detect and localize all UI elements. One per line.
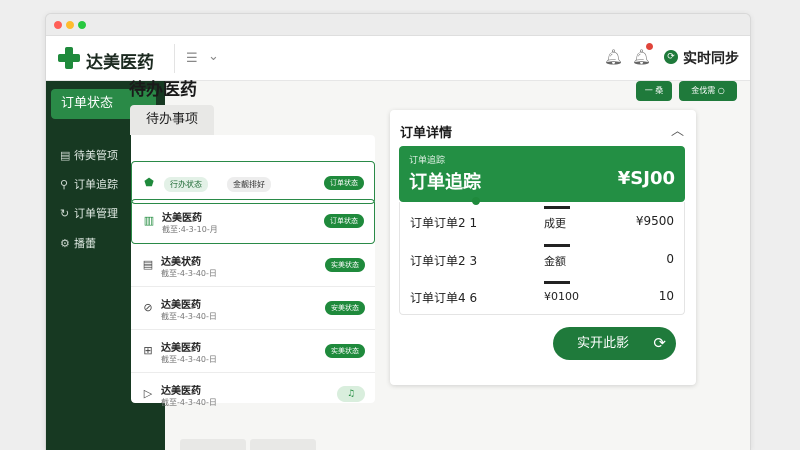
sync-label[interactable]: 实时同步 <box>683 48 739 68</box>
status-badge[interactable]: 安美状态 <box>325 301 365 315</box>
row-value: 0 <box>666 252 674 266</box>
row-title: 达美状药 <box>161 257 201 268</box>
row-order: 订单订单4 6 <box>410 291 478 305</box>
row-subtitle: 截至-4-3-40-日 <box>161 312 217 321</box>
refresh-icon: ↻ <box>60 207 70 220</box>
summary-title: 订单追踪 <box>409 172 481 193</box>
row-field: ¥0100 <box>544 290 579 303</box>
gear-icon: ⚙ <box>60 237 70 250</box>
table-row[interactable]: 订单订单4 6 ¥0100 10 <box>400 277 684 314</box>
order-detail-panel: 订单详情 ︿ 订单追踪 订单追踪 ¥SJ00 订单订单2 1 成更 ¥9500 … <box>390 110 696 385</box>
sidebar-item-label: 订单追踪 <box>74 178 118 191</box>
sidebar-item-management[interactable]: ↻ 订单管理 <box>60 205 118 221</box>
amount-chip[interactable]: 金靓排好 <box>227 177 271 192</box>
maximize-window-button[interactable] <box>78 21 86 29</box>
sidebar-item-label: 订单管理 <box>74 207 118 220</box>
marker-icon <box>472 197 480 205</box>
status-chip[interactable]: 行办状态 <box>164 177 208 192</box>
list-item[interactable]: ▤ 达美状药 截至-4-3-40-日 实美状态 <box>131 244 375 287</box>
add-button[interactable]: 一 桑 <box>636 81 672 101</box>
status-badge[interactable]: 实美状态 <box>325 258 365 272</box>
page-title: 待办医药 <box>129 80 197 100</box>
status-badge[interactable]: 订单状态 <box>324 176 364 190</box>
order-detail-table: 订单订单2 1 成更 ¥9500 订单订单2 3 金额 0 订单订单4 6 ¥0… <box>399 197 685 315</box>
detail-title: 订单详情 <box>400 126 453 141</box>
tab-pending[interactable]: 待办事项 <box>130 105 214 135</box>
play-icon: ▷ <box>143 387 153 400</box>
shield-icon: ⬟ <box>144 176 154 189</box>
status-badge[interactable]: 实美状态 <box>325 344 365 358</box>
close-window-button[interactable] <box>54 21 62 29</box>
building-icon: ▥ <box>143 214 155 227</box>
sidebar-item-settings[interactable]: ⚙ 播蕾 <box>60 235 96 251</box>
sync-icon[interactable]: ⟳ <box>664 50 678 64</box>
document-icon: ▤ <box>142 258 154 271</box>
row-field: 金额 <box>544 255 566 268</box>
filter-button[interactable]: 金伐需 ○ <box>679 81 737 101</box>
edit-icon: ⊘ <box>143 301 153 314</box>
order-summary-card: 订单追踪 订单追踪 ¥SJ00 <box>399 146 685 202</box>
row-divider <box>544 244 570 247</box>
list-item[interactable]: ▷ 达美医药 截至-4-3-40-日 ♫ <box>131 373 375 416</box>
refresh-icon: ⟳ <box>653 334 666 352</box>
person-icon: ⚲ <box>60 178 69 191</box>
chevron-down-icon[interactable]: ⌄ <box>208 49 219 64</box>
row-subtitle: 截至-4-3-40-日 <box>161 269 217 278</box>
search-icon: ○ <box>717 86 725 95</box>
row-divider <box>544 206 570 209</box>
live-sync-button[interactable]: 实开此影 ⟳ <box>553 327 676 360</box>
list-item[interactable]: ⊘ 达美医药 截至-4-3-40-日 安美状态 <box>131 287 375 330</box>
list-item[interactable]: ⊞ 达美医药 截至-4-3-40-日 实美状态 <box>131 330 375 373</box>
row-subtitle: 截至-4-3-40-日 <box>161 398 217 407</box>
row-field: 成更 <box>544 217 566 230</box>
filter-button-label: 金伐需 <box>691 86 716 95</box>
brand-name: 达美医药 <box>86 53 154 73</box>
title-bar <box>46 14 750 36</box>
row-order: 订单订单2 3 <box>410 254 478 268</box>
table-row[interactable]: 订单订单2 3 金额 0 <box>400 240 684 277</box>
row-title: 达美医药 <box>162 213 202 224</box>
table-row[interactable]: 订单订单2 1 成更 ¥9500 <box>400 197 684 239</box>
bottom-tab-2[interactable] <box>250 439 316 450</box>
minimize-window-button[interactable] <box>66 21 74 29</box>
sidebar-item-tracking[interactable]: ⚲ 订单追踪 <box>60 176 118 192</box>
summary-label: 订单追踪 <box>409 156 446 166</box>
pending-list: ⬟ 行办状态 金靓排好 订单状态 ▥ 达美医药 截至:4-3-10-月 订单状态… <box>131 135 375 407</box>
topbar-divider <box>174 44 175 73</box>
row-value: ¥9500 <box>635 214 674 228</box>
notification-badge <box>646 43 653 50</box>
brand-cross-icon <box>58 47 80 69</box>
list-icon: ▤ <box>60 149 71 162</box>
row-title: 达美医药 <box>161 343 201 354</box>
row-divider <box>544 281 570 284</box>
status-badge[interactable]: 订单状态 <box>324 214 364 228</box>
sidebar-item-pending[interactable]: ▤ 待美管项 <box>60 147 118 163</box>
menu-toggle-icon[interactable]: ☰ <box>186 51 198 66</box>
list-item-selected[interactable]: ⬟ 行办状态 金靓排好 订单状态 <box>131 161 375 204</box>
notification-bell-icon[interactable]: 🔔︎ <box>604 48 623 66</box>
grid-icon: ⊞ <box>143 344 153 357</box>
row-subtitle: 截至:4-3-10-月 <box>162 225 218 234</box>
alert-bell-icon[interactable]: 🔔︎ <box>632 48 651 66</box>
row-title: 达美医药 <box>161 386 201 397</box>
row-subtitle: 截至-4-3-40-日 <box>161 355 217 364</box>
row-value: 10 <box>658 289 674 303</box>
row-title: 达美医药 <box>161 300 201 311</box>
sidebar-item-label: 播蕾 <box>74 237 96 250</box>
chevron-up-icon[interactable]: ︿ <box>671 120 684 139</box>
bottom-tab-1[interactable] <box>180 439 246 450</box>
summary-amount: ¥SJ00 <box>617 168 675 189</box>
live-sync-button-label: 实开此影 <box>577 336 630 351</box>
sidebar-item-label: 待美管项 <box>74 149 118 162</box>
list-item[interactable]: ▥ 达美医药 截至:4-3-10-月 订单状态 <box>131 199 375 244</box>
row-order: 订单订单2 1 <box>410 216 478 230</box>
reminder-bell-icon[interactable]: ♫ <box>337 386 365 402</box>
